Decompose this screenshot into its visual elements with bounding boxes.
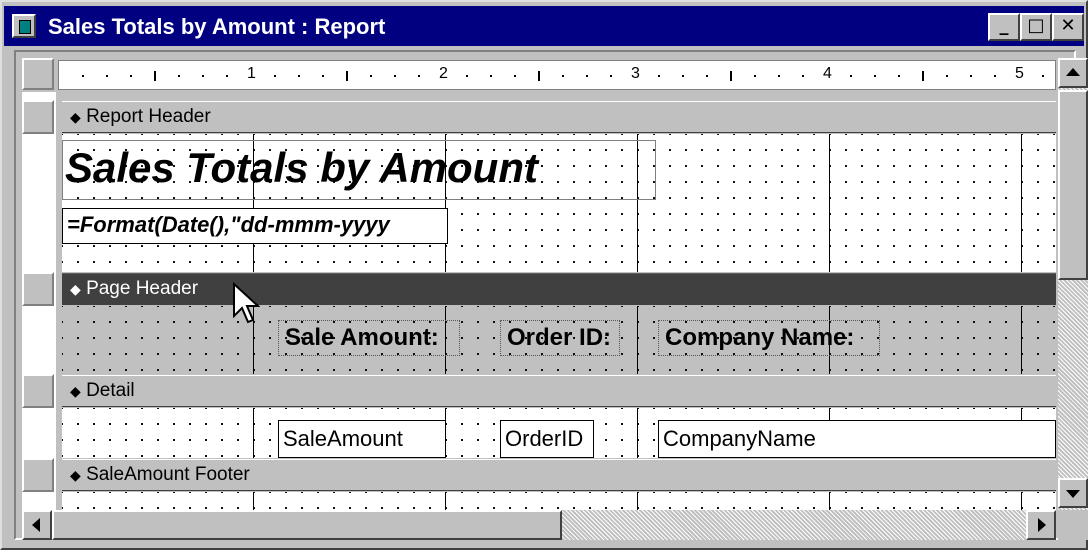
- page-header-selector[interactable]: [22, 272, 54, 306]
- ruler-mark: [610, 75, 612, 77]
- ruler-mark: [370, 75, 372, 77]
- report-title-label[interactable]: Sales Totals by Amount: [62, 140, 656, 200]
- ruler-mark: [274, 75, 276, 77]
- ruler-mark: [970, 75, 972, 77]
- ruler-tick-3: 3: [631, 65, 640, 82]
- company-name-label[interactable]: Company Name:: [658, 320, 880, 356]
- order-id-field[interactable]: OrderID: [500, 420, 594, 458]
- ruler-tick-4: 4: [823, 65, 832, 82]
- ruler-mark: [490, 75, 492, 77]
- ruler-marks: [82, 71, 1044, 81]
- saleamount-footer-selector[interactable]: [22, 458, 54, 492]
- ruler-mark: [562, 75, 564, 77]
- ruler-mark: [850, 75, 852, 77]
- page-header-label: Page Header: [86, 278, 199, 299]
- order-id-label[interactable]: Order ID:: [500, 320, 620, 356]
- detail-label: Detail: [86, 380, 135, 401]
- scroll-right-button[interactable]: [1026, 510, 1056, 540]
- ruler-mark: [82, 75, 84, 77]
- scroll-up-button[interactable]: [1058, 58, 1088, 88]
- arrow-up-icon: [1066, 68, 1080, 76]
- ruler-mark: [298, 75, 300, 77]
- ruler-tick-5: 5: [1015, 65, 1024, 82]
- ruler-mark: [874, 75, 876, 77]
- select-report-box[interactable]: [22, 58, 54, 90]
- section-arrow-icon: ◆: [70, 468, 81, 484]
- ruler-tick-2: 2: [439, 65, 448, 82]
- sale-amount-field[interactable]: SaleAmount: [278, 420, 446, 458]
- section-arrow-icon: ◆: [70, 384, 81, 400]
- saleamount-footer-section[interactable]: [62, 492, 1056, 510]
- report-header-selector[interactable]: [22, 100, 54, 134]
- mouse-pointer-icon: [233, 282, 260, 324]
- ruler-mark: [202, 75, 204, 77]
- arrow-right-icon: [1038, 518, 1046, 532]
- section-arrow-icon: ◆: [70, 282, 81, 298]
- window-title: Sales Totals by Amount : Report: [48, 14, 386, 39]
- ruler-mark: [922, 71, 924, 81]
- page-header-bar[interactable]: ◆ Page Header: [62, 273, 1056, 305]
- minimize-button[interactable]: _: [988, 13, 1020, 41]
- ruler-mark: [682, 75, 684, 77]
- company-name-field[interactable]: CompanyName: [658, 420, 1056, 458]
- saleamount-footer-bar[interactable]: ◆ SaleAmount Footer: [62, 459, 1056, 491]
- detail-bar[interactable]: ◆ Detail: [62, 375, 1056, 407]
- ruler-mark: [1042, 75, 1044, 77]
- horizontal-scroll-thumb[interactable]: [52, 510, 562, 540]
- scrollbar-corner: [1058, 510, 1088, 540]
- sale-amount-label[interactable]: Sale Amount:: [278, 320, 460, 356]
- ruler-mark: [322, 75, 324, 77]
- ruler-mark: [754, 75, 756, 77]
- ruler-mark: [706, 75, 708, 77]
- ruler-tick-1: 1: [247, 65, 256, 82]
- ruler-mark: [130, 75, 132, 77]
- horizontal-ruler: 1 2 3 4 5: [58, 60, 1056, 90]
- ruler-mark: [658, 75, 660, 77]
- scroll-left-button[interactable]: [22, 510, 52, 540]
- ruler-mark: [394, 75, 396, 77]
- arrow-left-icon: [32, 518, 40, 532]
- ruler-mark: [730, 71, 732, 81]
- scroll-down-button[interactable]: [1058, 478, 1088, 508]
- vertical-scroll-thumb[interactable]: [1058, 90, 1088, 280]
- saleamount-footer-label: SaleAmount Footer: [86, 464, 250, 485]
- ruler-mark: [466, 75, 468, 77]
- section-arrow-icon: ◆: [70, 110, 81, 126]
- ruler-mark: [346, 71, 348, 81]
- ruler-mark: [178, 75, 180, 77]
- ruler-mark: [514, 75, 516, 77]
- report-header-bar[interactable]: ◆ Report Header: [62, 101, 1056, 133]
- ruler-mark: [898, 75, 900, 77]
- ruler-mark: [154, 71, 156, 81]
- ruler-mark: [778, 75, 780, 77]
- report-icon[interactable]: [12, 14, 36, 38]
- ruler-mark: [106, 75, 108, 77]
- date-textbox[interactable]: =Format(Date(),"dd-mmm-yyyy: [62, 208, 448, 244]
- ruler-mark: [418, 75, 420, 77]
- close-button[interactable]: ✕: [1052, 13, 1084, 41]
- arrow-down-icon: [1066, 490, 1080, 498]
- ruler-mark: [538, 71, 540, 81]
- report-header-label: Report Header: [86, 106, 211, 127]
- ruler-mark: [946, 75, 948, 77]
- ruler-mark: [802, 75, 804, 77]
- ruler-mark: [586, 75, 588, 77]
- maximize-button[interactable]: □: [1020, 13, 1052, 41]
- ruler-mark: [226, 75, 228, 77]
- detail-selector[interactable]: [22, 374, 54, 408]
- ruler-mark: [994, 75, 996, 77]
